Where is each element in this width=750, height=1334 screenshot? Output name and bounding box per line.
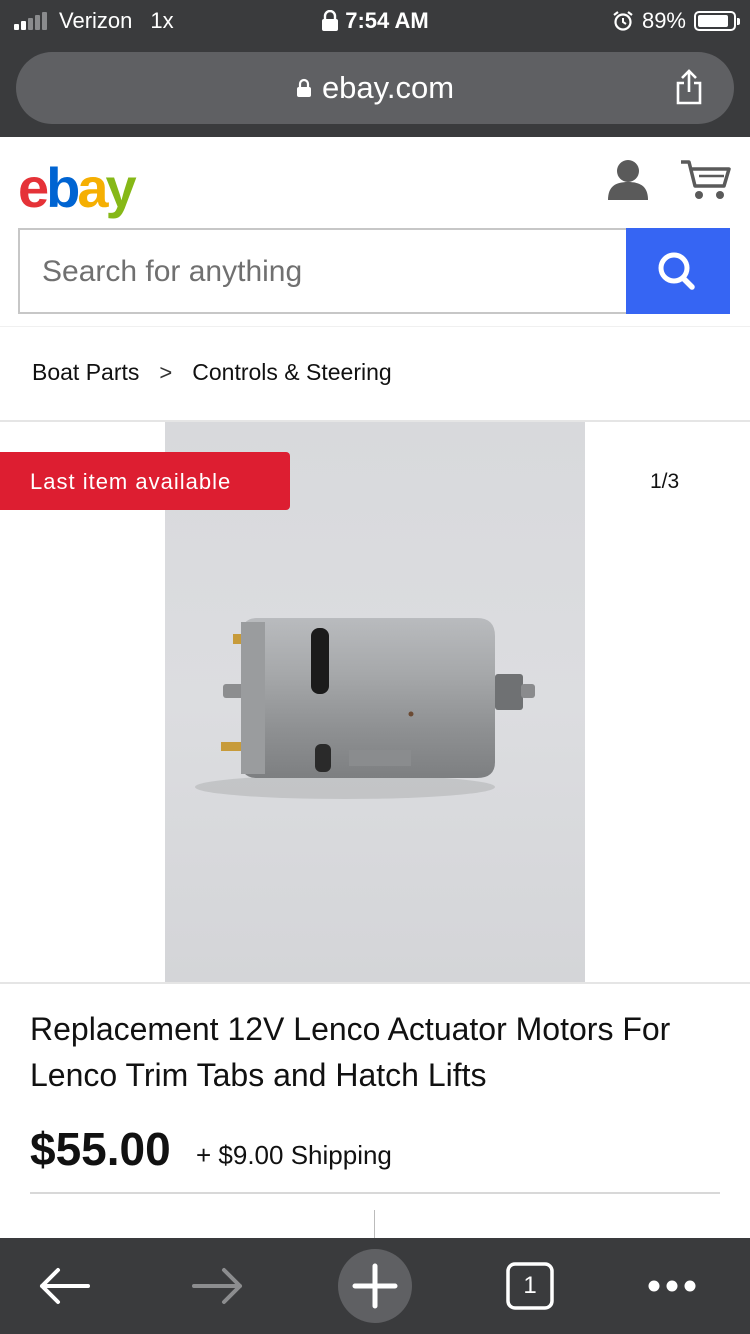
- user-account-icon[interactable]: [606, 158, 650, 202]
- logo-letter-e: e: [18, 156, 49, 219]
- tabs-button[interactable]: 1: [492, 1248, 568, 1324]
- address-bar[interactable]: ebay.com: [16, 52, 734, 124]
- logo-letter-a: a: [77, 156, 108, 219]
- breadcrumb-item-boat-parts[interactable]: Boat Parts: [32, 359, 139, 386]
- app-root: Verizon 1x 7:54 AM 89% ebay.com ebay Sea…: [0, 0, 750, 1334]
- search-button[interactable]: [626, 228, 730, 314]
- browser-toolbar: 1: [0, 1238, 750, 1334]
- more-options-icon[interactable]: [634, 1248, 710, 1324]
- logo-letter-y: y: [105, 156, 137, 219]
- search-input[interactable]: Search for anything: [18, 228, 628, 314]
- browser-top-chrome: Verizon 1x 7:54 AM 89% ebay.com: [0, 0, 750, 137]
- breadcrumb-item-controls-steering[interactable]: Controls & Steering: [192, 359, 391, 386]
- clock: 7:54 AM: [345, 8, 429, 33]
- shopping-cart-icon[interactable]: [680, 158, 732, 202]
- battery-icon: [694, 11, 740, 31]
- listing-price: $55.00: [30, 1123, 171, 1175]
- url-text: ebay.com: [321, 70, 455, 105]
- back-arrow-icon[interactable]: [26, 1248, 102, 1324]
- url-display[interactable]: ebay.com: [16, 70, 734, 106]
- image-counter: 1/3: [650, 470, 680, 493]
- forward-arrow-icon[interactable]: [180, 1248, 256, 1324]
- tab-count: 1: [523, 1272, 537, 1299]
- column-divider: [374, 1210, 375, 1238]
- divider: [30, 1192, 720, 1194]
- ebay-logo[interactable]: ebay: [18, 155, 137, 220]
- last-item-badge: Last item available: [0, 452, 290, 510]
- logo-letter-b: b: [46, 156, 80, 219]
- alarm-icon: [613, 11, 633, 31]
- battery-percent: 89%: [641, 8, 686, 33]
- breadcrumb: Boat Parts > Controls & Steering: [32, 359, 392, 386]
- shipping-cost: + $9.00 Shipping: [196, 1140, 392, 1170]
- secure-lock-icon: [296, 78, 311, 97]
- status-right: 89%: [612, 8, 740, 34]
- lock-icon: [322, 10, 339, 31]
- breadcrumb-separator: >: [159, 359, 173, 385]
- search-icon: [658, 252, 695, 290]
- status-bar: Verizon 1x 7:54 AM 89%: [0, 0, 750, 40]
- divider: [0, 982, 750, 984]
- new-tab-plus-icon[interactable]: [337, 1248, 413, 1324]
- breadcrumb-bar: Boat Parts > Controls & Steering: [0, 326, 750, 422]
- share-icon[interactable]: [672, 68, 706, 106]
- listing-title: Replacement 12V Lenco Actuator Motors Fo…: [30, 1011, 671, 1093]
